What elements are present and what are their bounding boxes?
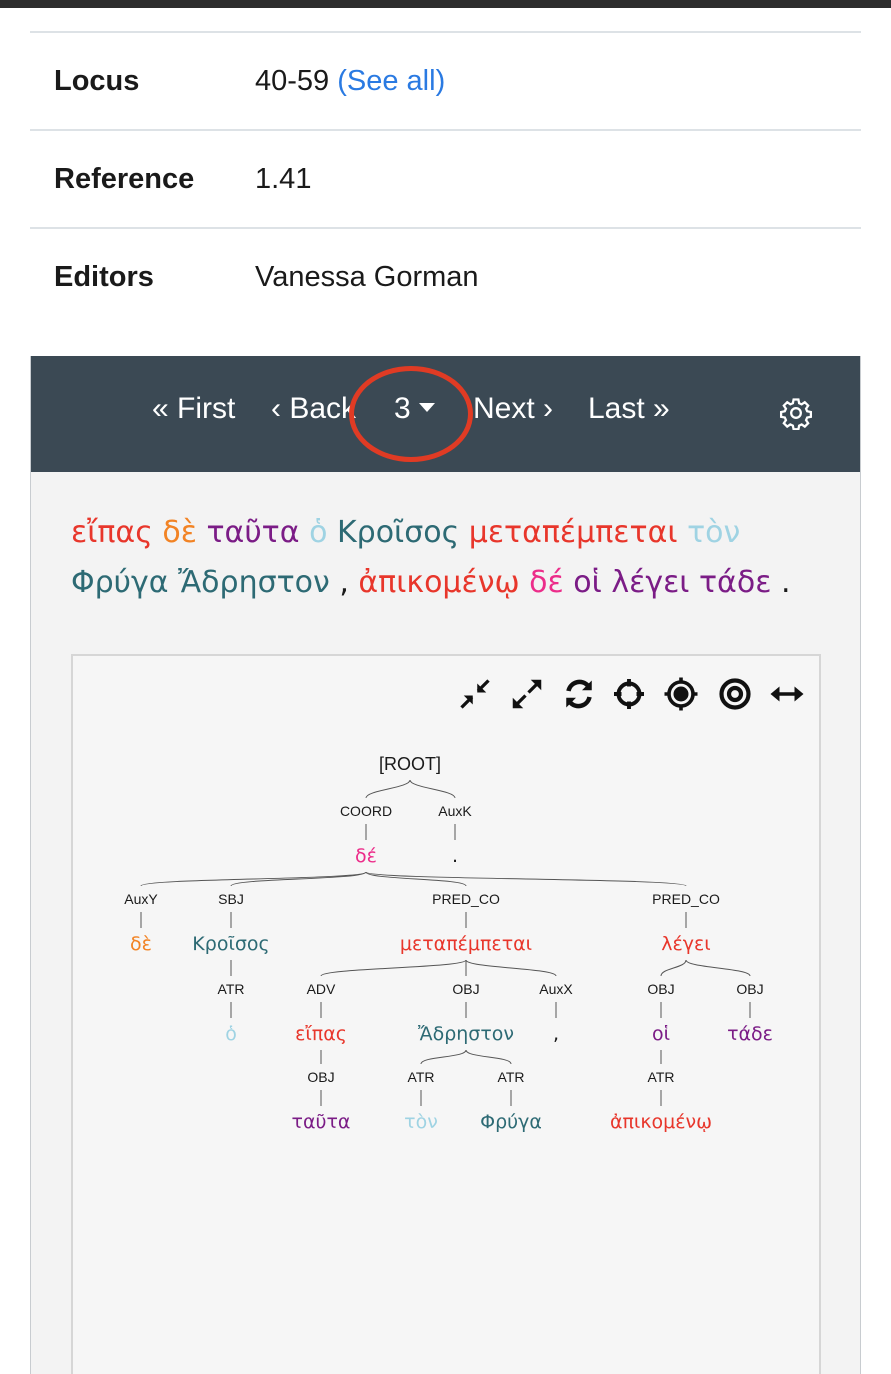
metadata-table: Locus 40-59 (See all) Reference 1.41 Edi… bbox=[30, 31, 861, 325]
sentence-word[interactable]: λέγει bbox=[611, 565, 689, 600]
tree-relation-label: OBJ bbox=[736, 981, 763, 997]
caret-down-icon bbox=[418, 403, 435, 412]
tree-relation-label: COORD bbox=[340, 803, 392, 819]
tree-token[interactable]: τάδε bbox=[727, 1023, 773, 1045]
sentence-word[interactable]: , bbox=[339, 565, 349, 600]
locus-label: Locus bbox=[54, 64, 140, 97]
tree-edge bbox=[465, 959, 557, 977]
editors-row: Editors Vanessa Gorman bbox=[30, 227, 861, 325]
tree-relation-label: AuxX bbox=[539, 981, 573, 997]
tree-token[interactable]: . bbox=[452, 845, 458, 867]
tree-token[interactable]: λέγει bbox=[661, 933, 710, 955]
reference-label: Reference bbox=[54, 162, 195, 195]
reference-row: Reference 1.41 bbox=[30, 129, 861, 227]
tree-panel: [ROOT] COORD δέ AuxK. AuxY δὲ SBJ Κροῖσος PRED_C… bbox=[71, 654, 821, 1374]
page-number: 3 bbox=[394, 392, 411, 425]
tree-edge bbox=[660, 959, 687, 977]
last-button[interactable]: Last » bbox=[588, 392, 670, 426]
gear-icon[interactable] bbox=[779, 396, 813, 430]
sentence-text: εἴπας δὲ ταῦτα ὁ Κροῖσος μεταπέμπεται τὸ… bbox=[71, 508, 831, 608]
tree-edge bbox=[409, 779, 456, 799]
locus-value: 40-59 bbox=[255, 64, 330, 97]
sentence-word[interactable]: . bbox=[781, 565, 791, 600]
tree-token[interactable]: δέ bbox=[355, 845, 377, 867]
dependency-tree: [ROOT] COORD δέ AuxK. AuxY δὲ SBJ Κροῖσος PRED_C… bbox=[124, 754, 773, 1133]
back-button[interactable]: ‹ Back bbox=[271, 392, 356, 426]
sentence-word[interactable]: Φρύγα bbox=[71, 565, 169, 600]
tree-relation-label: OBJ bbox=[452, 981, 479, 997]
page-select[interactable]: 3 bbox=[394, 392, 435, 426]
treebank-viewer: « First ‹ Back 3 Next › Last » εἴπας δὲ … bbox=[30, 356, 861, 1374]
sentence-word[interactable]: εἴπας bbox=[71, 515, 153, 550]
tree-token[interactable]: εἴπας bbox=[295, 1023, 347, 1045]
sentence-word[interactable]: Ἄδρηστον bbox=[178, 565, 330, 600]
sentence-word[interactable]: ταῦτα bbox=[206, 515, 299, 550]
locus-row: Locus 40-59 (See all) bbox=[30, 31, 861, 129]
tree-token[interactable]: μεταπέμπεται bbox=[400, 933, 532, 955]
editors-value: Vanessa Gorman bbox=[255, 260, 479, 293]
tree-token[interactable]: Ἄδρηστον bbox=[418, 1023, 514, 1045]
tree-relation-label: ATR bbox=[408, 1069, 435, 1085]
sentence-word[interactable]: τὸν bbox=[687, 515, 740, 550]
tree-relation-label: OBJ bbox=[307, 1069, 334, 1085]
first-button[interactable]: « First bbox=[152, 392, 235, 426]
tree-edge bbox=[140, 871, 367, 887]
tree-token[interactable]: οἱ bbox=[652, 1023, 670, 1045]
tree-token[interactable]: ἀπικομένῳ bbox=[610, 1111, 712, 1133]
tree-edge bbox=[465, 1049, 512, 1065]
sentence-word[interactable]: ὁ bbox=[309, 515, 327, 550]
tree-relation-label: PRED_CO bbox=[432, 891, 500, 907]
locus-value-cell: 40-59 (See all) bbox=[255, 65, 445, 98]
sentence-word[interactable]: δέ bbox=[529, 565, 564, 600]
tree-token[interactable]: , bbox=[553, 1023, 559, 1045]
reference-value: 1.41 bbox=[255, 162, 312, 195]
tree-root: [ROOT] bbox=[379, 754, 441, 774]
tree-relation-label: ATR bbox=[498, 1069, 525, 1085]
tree-relation-label: AuxK bbox=[438, 803, 472, 819]
sentence-word[interactable]: μεταπέμπεται bbox=[469, 515, 678, 550]
sentence-word[interactable]: δὲ bbox=[162, 515, 197, 550]
see-all-link[interactable]: (See all) bbox=[337, 65, 445, 97]
tree-token[interactable]: Φρύγα bbox=[480, 1111, 542, 1133]
tree-edge bbox=[685, 959, 751, 977]
tree-relation-label: OBJ bbox=[647, 981, 674, 997]
tree-token[interactable]: ταῦτα bbox=[292, 1111, 351, 1133]
tree-token[interactable]: ὁ bbox=[225, 1023, 237, 1045]
browser-top-bar bbox=[0, 0, 891, 8]
sentence-word[interactable]: οἱ bbox=[573, 565, 602, 600]
tree-edge bbox=[420, 1049, 467, 1065]
sentence-word[interactable]: ἀπικομένῳ bbox=[358, 565, 519, 600]
next-button[interactable]: Next › bbox=[473, 392, 553, 426]
tree-edge bbox=[365, 779, 411, 799]
tree-token[interactable]: Κροῖσος bbox=[192, 933, 269, 955]
tree-relation-label: SBJ bbox=[218, 891, 244, 907]
tree-relation-label: PRED_CO bbox=[652, 891, 720, 907]
tree-edge bbox=[320, 959, 467, 977]
tree-token[interactable]: δὲ bbox=[130, 933, 152, 955]
tree-relation-label: ATR bbox=[218, 981, 245, 997]
tree-token[interactable]: τὸν bbox=[404, 1111, 438, 1133]
sentence-navbar: « First ‹ Back 3 Next › Last » bbox=[31, 356, 860, 472]
sentence-word[interactable]: τάδε bbox=[699, 565, 771, 600]
editors-label: Editors bbox=[54, 260, 154, 293]
tree-relation-label: ADV bbox=[307, 981, 336, 997]
sentence-word[interactable]: Κροῖσος bbox=[337, 515, 459, 550]
tree-relation-label: AuxY bbox=[124, 891, 158, 907]
tree-relation-label: ATR bbox=[648, 1069, 675, 1085]
